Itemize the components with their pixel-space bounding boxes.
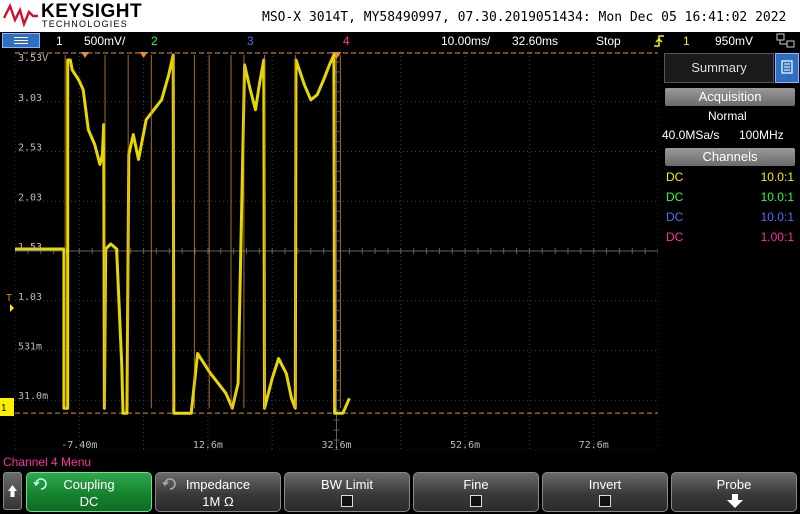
panel-select-icon bbox=[781, 60, 793, 74]
bw-limit-label: BW Limit bbox=[321, 477, 373, 492]
y-axis-label: 3.03 bbox=[18, 93, 42, 104]
keysight-logo-icon bbox=[3, 2, 38, 28]
ch3-number[interactable]: 3 bbox=[247, 34, 254, 48]
probe-label: Probe bbox=[716, 477, 752, 492]
ch1-number[interactable]: 1 bbox=[56, 34, 63, 48]
summary-tab[interactable]: Summary bbox=[664, 53, 774, 83]
ch4-number[interactable]: 4 bbox=[343, 34, 350, 48]
y-axis-label: 31.0m bbox=[18, 391, 48, 402]
submenu-arrow-icon bbox=[727, 494, 743, 508]
trigger-edge-icon bbox=[654, 35, 664, 47]
status-bar: 1 500mV/ 2 3 4 10.00ms/ 32.60ms Stop 1 9… bbox=[0, 32, 800, 50]
coupling-softkey[interactable]: Coupling DC bbox=[26, 472, 152, 512]
brand-subtitle: TECHNOLOGIES bbox=[42, 19, 128, 29]
trigger-source[interactable]: 1 bbox=[683, 34, 690, 48]
instrument-info: MSO-X 3014T, MY58490997, 07.30.201905143… bbox=[262, 10, 787, 25]
ch3-probe: 10.0:1 bbox=[760, 210, 794, 224]
x-axis-label: 32.6m bbox=[321, 440, 351, 450]
probe-softkey[interactable]: Probe bbox=[671, 472, 797, 512]
y-axis-label: 2.53 bbox=[18, 143, 42, 154]
fine-checkbox[interactable] bbox=[470, 495, 482, 507]
y-axis-label: 2.03 bbox=[18, 192, 42, 203]
trigger-level-marker-label: T bbox=[6, 293, 12, 304]
invert-softkey[interactable]: Invert bbox=[542, 472, 668, 512]
impedance-label: Impedance bbox=[185, 477, 251, 492]
impedance-softkey[interactable]: Impedance 1M Ω bbox=[155, 472, 281, 512]
panel-select-button[interactable] bbox=[775, 53, 799, 83]
bw-limit-softkey[interactable]: BW Limit bbox=[284, 472, 410, 512]
fine-softkey[interactable]: Fine bbox=[413, 472, 539, 512]
graticule: 3.53V 3.03 2.53 2.03 1.53 1.03 531m 31.0m -7.40… bbox=[15, 52, 658, 450]
ch1-coupling: DC bbox=[666, 170, 684, 184]
ch1-scale[interactable]: 500mV/ bbox=[84, 34, 125, 48]
fine-label: Fine bbox=[463, 477, 489, 492]
x-axis-label: -7.40m bbox=[61, 440, 97, 450]
x-axis-label: 12.6m bbox=[193, 440, 223, 450]
coupling-label: Coupling bbox=[63, 477, 115, 492]
trigger-level-marker-icon[interactable] bbox=[10, 304, 14, 312]
right-info-panel: Summary Acquisition Normal 40.0MSa/s 100… bbox=[660, 52, 800, 450]
ch2-probe: 10.0:1 bbox=[760, 190, 794, 204]
impedance-value: 1M Ω bbox=[202, 494, 234, 509]
ch4-coupling: DC bbox=[666, 230, 684, 244]
invert-label: Invert bbox=[588, 477, 622, 492]
channels-header: Channels bbox=[665, 148, 795, 166]
y-axis-label: 531m bbox=[18, 341, 42, 352]
softkey-bar: Coupling DC Impedance 1M Ω BW Limit Fine… bbox=[0, 471, 800, 512]
y-axis-label: 1.53 bbox=[18, 242, 42, 253]
ch2-number[interactable]: 2 bbox=[151, 34, 158, 48]
left-marker-strip: T 1 bbox=[0, 293, 14, 416]
coupling-value: DC bbox=[79, 494, 99, 509]
acquisition-header: Acquisition bbox=[665, 88, 795, 106]
ch4-probe: 1.00:1 bbox=[760, 230, 794, 244]
cursor-marker-icon[interactable] bbox=[81, 52, 90, 58]
invert-checkbox[interactable] bbox=[599, 495, 611, 507]
waveform-display[interactable]: 3.53V 3.03 2.53 2.03 1.53 1.03 531m 31.0m -7.40… bbox=[15, 52, 658, 450]
ch1-ground-marker-label: 1 bbox=[1, 403, 7, 414]
y-axis-label: 1.03 bbox=[18, 292, 42, 303]
x-axis-label: 72.6m bbox=[579, 440, 609, 450]
bandwidth: 100MHz bbox=[739, 128, 784, 142]
channel-menu-title: Channel 4 Menu bbox=[3, 455, 92, 469]
ch2-coupling: DC bbox=[666, 190, 684, 204]
ch1-probe: 10.0:1 bbox=[760, 170, 794, 184]
ch3-coupling: DC bbox=[666, 210, 684, 224]
sample-rate: 40.0MSa/s bbox=[662, 128, 720, 142]
x-axis-label: 52.6m bbox=[450, 440, 480, 450]
main-menu-button[interactable] bbox=[2, 33, 40, 48]
trigger-delay[interactable]: 32.60ms bbox=[512, 34, 558, 48]
run-state: Stop bbox=[596, 34, 621, 48]
network-icon bbox=[776, 33, 795, 48]
cursor-marker-icon[interactable] bbox=[139, 52, 148, 58]
bw-limit-checkbox[interactable] bbox=[341, 495, 353, 507]
y-axis-label: 3.53V bbox=[18, 53, 48, 64]
header-bar: KEYSIGHT TECHNOLOGIES MSO-X 3014T, MY584… bbox=[0, 0, 800, 32]
acquisition-mode: Normal bbox=[708, 109, 747, 123]
timebase-scale[interactable]: 10.00ms/ bbox=[441, 34, 490, 48]
trigger-level[interactable]: 950mV bbox=[715, 34, 753, 48]
